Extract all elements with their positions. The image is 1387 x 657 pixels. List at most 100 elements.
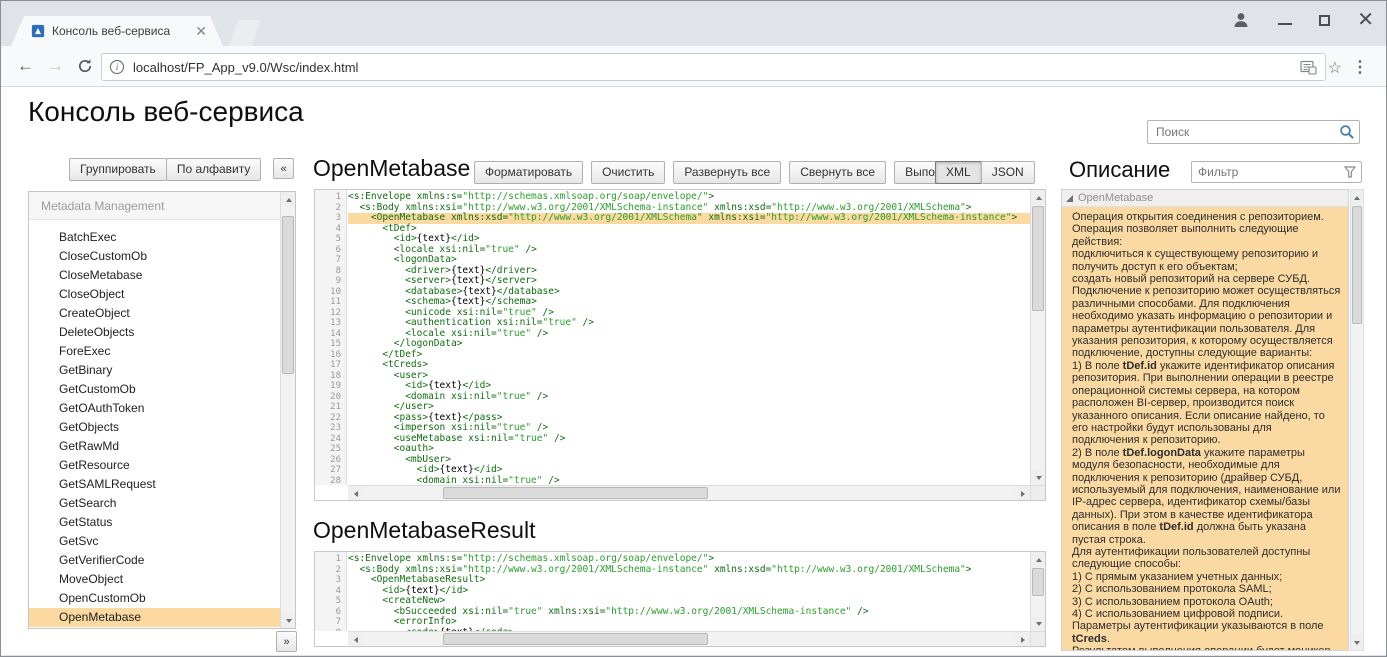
tab-close-icon[interactable]: ✕ — [195, 24, 207, 38]
toolbar-button-2[interactable]: Очистить — [591, 161, 665, 184]
group-button[interactable]: Группировать — [69, 158, 167, 181]
code-line: <domain xsi:nil="true" /> — [348, 392, 1030, 403]
browser-menu-icon[interactable]: ⋮ — [1352, 57, 1368, 77]
scroll-down-icon[interactable] — [1031, 470, 1046, 485]
expand-sidebar-button[interactable]: » — [276, 631, 297, 652]
scroll-right-icon[interactable] — [1015, 632, 1030, 647]
list-item[interactable]: CloseObject — [29, 285, 280, 304]
list-item[interactable]: GetCustomOb — [29, 380, 280, 399]
maximize-button[interactable] — [1319, 15, 1330, 26]
list-item[interactable]: DeleteObjects — [29, 323, 280, 342]
list-item[interactable]: GetVerifierCode — [29, 551, 280, 570]
browser-tab[interactable]: Консоль веб-сервиса ✕ — [11, 16, 223, 46]
code-line: <errorInfo> — [348, 617, 1030, 628]
main-toolbar: Форматировать Очистить Развернуть все Сверн… — [474, 161, 978, 184]
filter-box — [1191, 161, 1362, 183]
scroll-thumb[interactable] — [1032, 206, 1044, 311]
scroll-thumb[interactable] — [282, 216, 294, 374]
result-editor[interactable]: 12345678 <s:Envelope xmlns:s="http://sch… — [314, 551, 1046, 647]
list-item[interactable]: GetRawMd — [29, 437, 280, 456]
list-item[interactable]: BatchExec — [29, 228, 280, 247]
list-item[interactable]: CreateObject — [29, 304, 280, 323]
scroll-thumb[interactable] — [1032, 568, 1044, 596]
result-code-area[interactable]: <s:Envelope xmlns:s="http://schemas.xmls… — [348, 552, 1030, 631]
toolbar-button-4[interactable]: Свернуть все — [789, 161, 886, 184]
new-tab-button[interactable] — [229, 20, 261, 46]
reload-button[interactable] — [77, 58, 93, 79]
format-toggle: XMLJSON — [935, 161, 1035, 184]
description-paragraph: 2) С использованием протокола SAML; — [1072, 583, 1342, 595]
list-item[interactable]: MoveObject — [29, 570, 280, 589]
list-item[interactable]: OpenCustomOb — [29, 589, 280, 608]
bookmark-star-icon[interactable]: ☆ — [1328, 58, 1342, 78]
description-paragraph: 3) С использованием протокола OAuth; — [1072, 596, 1342, 608]
request-horizontal-scrollbar[interactable] — [348, 485, 1030, 500]
list-item[interactable]: ForeExec — [29, 342, 280, 361]
description-scrollbar[interactable] — [1350, 189, 1364, 651]
request-title: OpenMetabase — [313, 155, 470, 182]
search-icon[interactable] — [1339, 124, 1355, 140]
scroll-left-icon[interactable] — [348, 632, 363, 647]
line-numbers: 1234567891011121314151617181920212223242… — [315, 190, 347, 485]
description-paragraph: Параметры аутентификации указываются в п… — [1072, 620, 1342, 645]
toolbar-button-3[interactable]: Развернуть все — [673, 161, 781, 184]
description-section-header[interactable]: OpenMetabase — [1062, 190, 1348, 207]
back-button[interactable]: ← — [17, 56, 34, 76]
address-bar[interactable]: i localhost/FP_App_v9.0/Wsc/index.html — [101, 53, 1326, 81]
sidebar-list: BatchExecCloseCustomObCloseMetabaseClose… — [29, 220, 280, 628]
toolbar-button-1[interactable]: Форматировать — [474, 161, 583, 184]
scroll-thumb[interactable] — [443, 487, 708, 499]
scroll-up-icon[interactable] — [1351, 190, 1363, 205]
result-vertical-scrollbar[interactable] — [1030, 552, 1045, 631]
list-item[interactable]: PutBinary — [29, 627, 280, 628]
sidebar-scrollbar[interactable] — [280, 192, 295, 628]
filter-funnel-icon[interactable] — [1344, 166, 1356, 178]
code-line: </tDef> — [348, 350, 1030, 361]
browser-window: Консоль веб-сервиса ✕ ✕ ← → i localhost/… — [0, 0, 1387, 657]
list-item[interactable]: GetSvc — [29, 532, 280, 551]
list-item[interactable]: GetOAuthToken — [29, 399, 280, 418]
result-horizontal-scrollbar[interactable] — [348, 631, 1030, 646]
tab-title: Консоль веб-сервиса — [52, 24, 188, 38]
scroll-up-icon[interactable] — [1031, 552, 1046, 567]
scroll-down-icon[interactable] — [1031, 616, 1046, 631]
close-button[interactable]: ✕ — [1357, 10, 1374, 30]
format-xml-button[interactable]: XML — [935, 161, 982, 184]
section-header-label: OpenMetabase — [1078, 192, 1153, 204]
scroll-up-icon[interactable] — [281, 192, 296, 207]
list-item[interactable]: CloseCustomOb — [29, 247, 280, 266]
forward-button[interactable]: → — [47, 56, 64, 76]
list-item[interactable]: GetSearch — [29, 494, 280, 513]
page-title: Консоль веб-сервиса — [28, 96, 304, 128]
format-json-button[interactable]: JSON — [981, 161, 1035, 184]
scroll-right-icon[interactable] — [1015, 486, 1030, 501]
profile-icon[interactable] — [1231, 10, 1251, 30]
request-code-area[interactable]: <s:Envelope xmlns:s="http://schemas.xmls… — [348, 190, 1030, 485]
list-item[interactable]: GetSAMLRequest — [29, 475, 280, 494]
scroll-up-icon[interactable] — [1031, 190, 1046, 205]
scroll-down-icon[interactable] — [281, 613, 296, 628]
browser-titlebar: Консоль веб-сервиса ✕ ✕ — [1, 1, 1386, 46]
scroll-thumb[interactable] — [443, 633, 708, 645]
scroll-thumb[interactable] — [1352, 206, 1362, 324]
list-item[interactable]: GetStatus — [29, 513, 280, 532]
scroll-left-icon[interactable] — [348, 486, 363, 501]
description-paragraph: 1) С прямым указанием учетных данных; — [1072, 571, 1342, 583]
scroll-down-icon[interactable] — [1351, 635, 1363, 650]
list-item[interactable]: GetBinary — [29, 361, 280, 380]
list-item[interactable]: CloseMetabase — [29, 266, 280, 285]
request-vertical-scrollbar[interactable] — [1030, 190, 1045, 485]
info-icon[interactable]: i — [110, 60, 124, 74]
translate-icon[interactable] — [1300, 60, 1317, 75]
description-title: Описание — [1069, 157, 1170, 183]
request-editor[interactable]: 1234567891011121314151617181920212223242… — [314, 189, 1046, 501]
list-item[interactable]: GetResource — [29, 456, 280, 475]
list-item[interactable]: OpenMetabase — [29, 608, 280, 627]
scrollbar-corner — [1030, 631, 1045, 646]
search-input[interactable] — [1156, 125, 1339, 139]
list-item[interactable]: GetObjects — [29, 418, 280, 437]
collapse-sidebar-button[interactable]: « — [273, 158, 294, 179]
alphabetical-button[interactable]: По алфавиту — [166, 158, 262, 181]
filter-input[interactable] — [1198, 165, 1344, 179]
minimize-button[interactable] — [1278, 23, 1292, 25]
